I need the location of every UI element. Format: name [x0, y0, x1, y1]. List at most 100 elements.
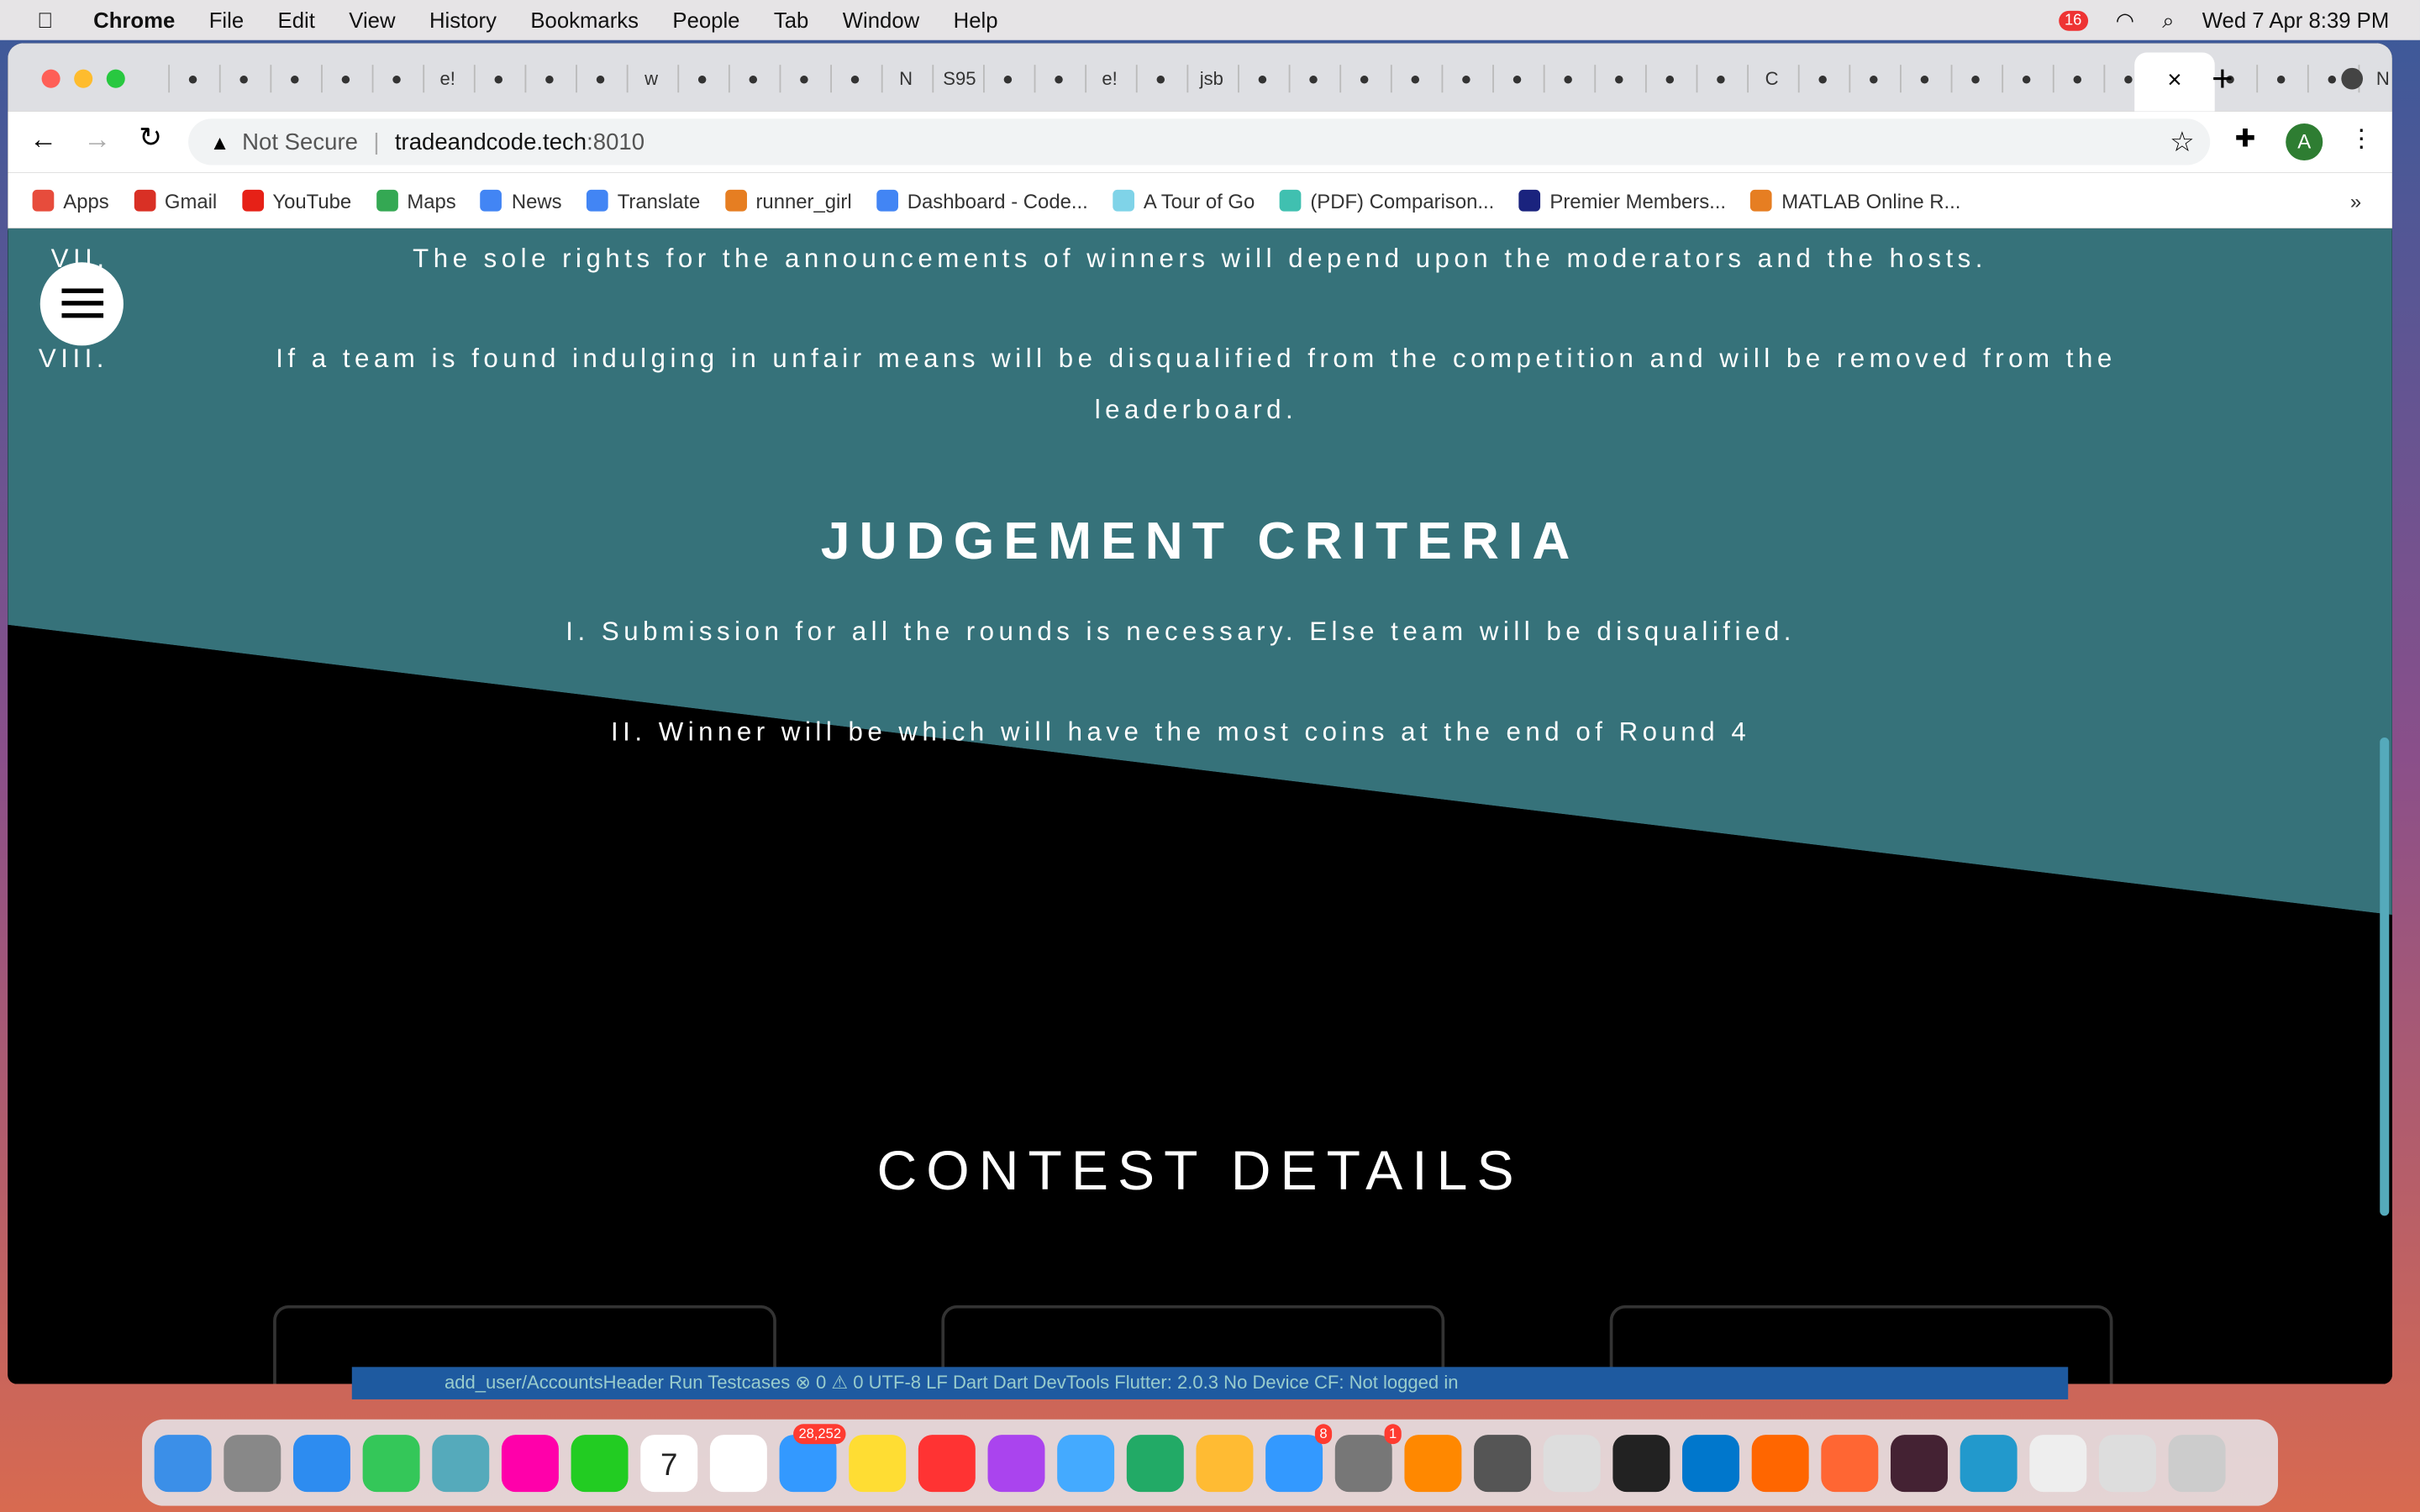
bookmark-item[interactable]: MATLAB Online R... [1750, 189, 1960, 213]
tab-stackoverflow-icon[interactable]: ● [1543, 65, 1582, 93]
tab-e-icon[interactable]: e! [1085, 65, 1123, 93]
menu-tab[interactable]: Tab [774, 8, 808, 32]
tab-C-icon[interactable]: C [1747, 65, 1786, 93]
tab-search-icon[interactable] [2341, 67, 2364, 90]
tab-bird-icon[interactable]: ● [1950, 65, 1990, 93]
dock-app-icon[interactable] [1821, 1434, 1879, 1492]
active-tab[interactable]: × [2134, 52, 2215, 112]
back-icon[interactable]: ← [29, 123, 57, 156]
dock-app-icon[interactable]: 28,252 [779, 1423, 846, 1492]
forward-icon[interactable]: → [83, 123, 111, 156]
tab-play-icon[interactable]: ● [2307, 65, 2346, 93]
dock-app-icon[interactable] [1474, 1434, 1532, 1492]
dock-app-icon[interactable] [709, 1434, 767, 1492]
tab-github-icon[interactable]: ● [2052, 65, 2091, 93]
tab-stackoverflow-icon[interactable]: ● [576, 65, 614, 93]
bookmark-item[interactable]: Premier Members... [1518, 189, 1726, 213]
dock-app-icon[interactable] [1890, 1434, 1948, 1492]
wifi-icon[interactable]: ◠ [2116, 7, 2134, 33]
tab-github-icon[interactable]: ● [218, 65, 258, 93]
zoom-button[interactable] [106, 69, 125, 88]
tab-docker-icon[interactable]: ● [371, 65, 411, 93]
tab-globe-icon[interactable]: ● [982, 65, 1022, 93]
tab-github-icon[interactable]: ● [1135, 65, 1175, 93]
dock-app-icon[interactable] [1612, 1434, 1670, 1492]
dock-app-icon[interactable]: 1 [1334, 1423, 1402, 1492]
bookmark-item[interactable]: Apps [32, 189, 109, 213]
bookmark-item[interactable]: YouTube [241, 189, 351, 213]
dock-app-icon[interactable] [1960, 1434, 2018, 1492]
close-window-button[interactable] [41, 69, 60, 88]
tab-diamond-icon[interactable]: ● [1034, 65, 1073, 93]
tab-drive-icon[interactable]: ● [1900, 65, 1939, 93]
new-tab-button[interactable]: + [2212, 59, 2233, 102]
bookmark-item[interactable]: Translate [586, 189, 700, 213]
tab-github-icon[interactable]: ● [830, 65, 869, 93]
dock-app-icon[interactable] [1126, 1434, 1184, 1492]
menu-window[interactable]: Window [843, 8, 919, 32]
dock-app-icon[interactable]: 8 [1265, 1423, 1333, 1492]
tab-drive-icon[interactable]: ● [1849, 65, 1887, 93]
dock-app-icon[interactable] [1543, 1434, 1601, 1492]
security-label[interactable]: Not Secure [242, 129, 358, 155]
tab-list-icon[interactable]: ● [1797, 65, 1837, 93]
dock-app-icon[interactable] [432, 1434, 490, 1492]
chrome-menu-icon[interactable]: ⋮ [2349, 123, 2374, 155]
menu-bookmarks[interactable]: Bookmarks [530, 8, 639, 32]
dock-app-icon[interactable] [1682, 1434, 1739, 1492]
dock-app-icon[interactable] [1751, 1434, 1809, 1492]
tab-globe-icon[interactable]: ● [473, 65, 513, 93]
tab-sync-icon[interactable]: ● [270, 65, 308, 93]
bookmark-item[interactable]: Dashboard - Code... [876, 189, 1088, 213]
tab-github-icon[interactable]: ● [677, 65, 716, 93]
minimize-button[interactable] [74, 69, 93, 88]
tab-stackoverflow-icon[interactable]: ● [321, 65, 360, 93]
bookmark-item[interactable]: Gmail [134, 189, 217, 213]
bookmark-item[interactable]: Maps [376, 189, 456, 213]
dock-app-icon[interactable] [987, 1434, 1045, 1492]
menu-people[interactable]: People [672, 8, 739, 32]
tab-sync-icon[interactable]: ● [168, 65, 207, 93]
dock-app-icon[interactable] [571, 1434, 629, 1492]
dock-app-icon[interactable] [849, 1434, 907, 1492]
hamburger-menu-button[interactable] [39, 262, 124, 346]
notification-badge[interactable]: 16 [2058, 9, 2088, 30]
menu-help[interactable]: Help [954, 8, 998, 32]
tab-diamond-icon[interactable]: ● [2256, 65, 2295, 93]
menu-history[interactable]: History [429, 8, 497, 32]
tab-S95-icon[interactable]: S95 [932, 65, 976, 93]
bookmark-item[interactable]: A Tour of Go [1113, 189, 1255, 213]
address-bar[interactable]: ▲ Not Secure | tradeandcode.tech:8010 ☆ [188, 118, 2211, 165]
tab-globe-icon[interactable]: ● [1390, 65, 1429, 93]
dock-app-icon[interactable] [1057, 1434, 1115, 1492]
tab-stackoverflow-icon[interactable]: ● [1288, 65, 1328, 93]
scrollbar[interactable] [2380, 737, 2390, 1216]
tab-e-icon[interactable]: e! [423, 65, 461, 93]
tab-speaker-icon[interactable]: ● [1644, 65, 1684, 93]
dock-app-icon[interactable] [501, 1434, 559, 1492]
dock-app-icon[interactable] [1404, 1434, 1462, 1492]
menu-file[interactable]: File [209, 8, 244, 32]
tab-code-icon[interactable]: ● [1441, 65, 1481, 93]
reload-icon[interactable]: ↻ [139, 122, 162, 155]
bookmark-item[interactable]: (PDF) Comparison... [1279, 189, 1494, 213]
bookmark-item[interactable]: runner_girl [724, 189, 852, 213]
dock-app-icon[interactable] [362, 1434, 420, 1492]
extensions-icon[interactable]: ✚ [2235, 123, 2256, 155]
dock-app-icon[interactable] [2029, 1434, 2087, 1492]
tab-edge-icon[interactable]: ● [1492, 65, 1531, 93]
tab-edge-icon[interactable]: ● [1238, 65, 1276, 93]
tab-github-icon[interactable]: ● [2002, 65, 2040, 93]
dock-app-icon[interactable] [918, 1434, 976, 1492]
dock-app-icon[interactable]: 7 [640, 1434, 698, 1492]
bookmark-star-icon[interactable]: ☆ [2170, 126, 2195, 159]
dock-app-icon[interactable] [154, 1434, 212, 1492]
menu-view[interactable]: View [349, 8, 395, 32]
tab-stackoverflow-icon[interactable]: ● [779, 65, 818, 93]
dock-app-icon[interactable] [1196, 1434, 1254, 1492]
tab-N-icon[interactable]: N [2358, 65, 2392, 93]
dock-app-icon[interactable] [2098, 1434, 2156, 1492]
dock-app-icon[interactable] [224, 1434, 281, 1492]
tab-w-icon[interactable]: w [626, 65, 666, 93]
avatar[interactable]: A [2286, 123, 2323, 161]
